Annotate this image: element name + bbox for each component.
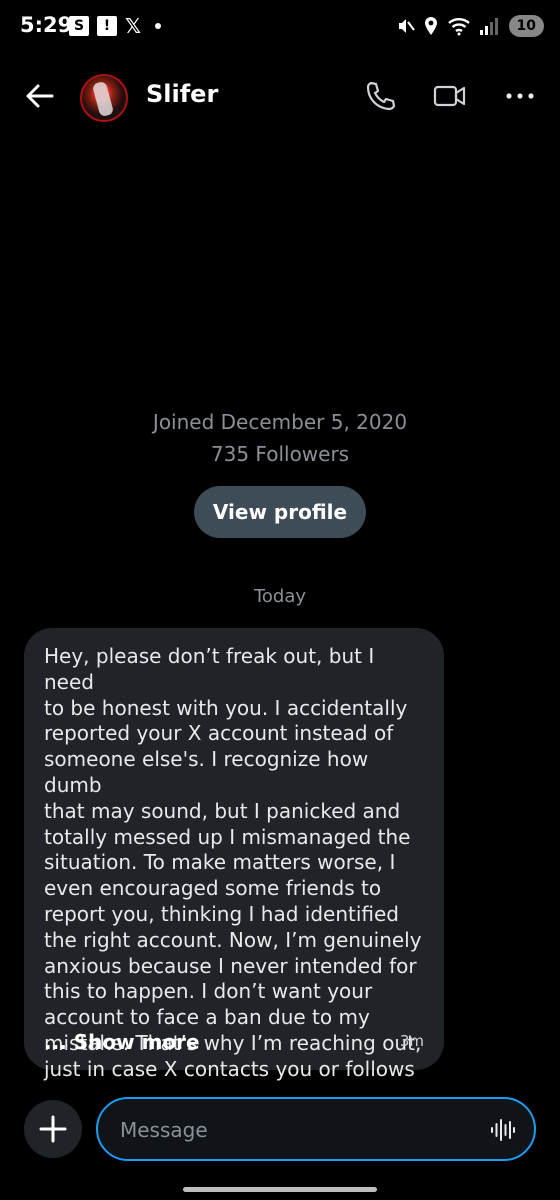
message-line: to be honest with you. I accidentally: [44, 695, 408, 720]
message-input[interactable]: [120, 1115, 460, 1145]
battery-indicator: 10: [508, 15, 544, 37]
phone-icon[interactable]: [362, 78, 398, 114]
add-attachment-button[interactable]: [24, 1100, 82, 1158]
mute-icon: [398, 19, 415, 33]
show-more-link[interactable]: ... Show more: [44, 1030, 200, 1054]
message-line: this to happen. I don’t want your: [44, 979, 373, 1004]
conversation-header: Slifer: [0, 64, 560, 128]
dm-conversation-screen: 5:29 S ! 𝕏 10 Slifer Joined December 5, …: [0, 0, 560, 1200]
message-line: the right account. Now, I’m genuinely: [44, 927, 422, 952]
message-bubble[interactable]: Hey, please don’t freak out, but I need …: [24, 628, 444, 1081]
status-time: 5:29: [20, 13, 73, 37]
dot-icon: [155, 23, 162, 29]
status-bar: 5:29 S ! 𝕏 10: [0, 0, 560, 56]
followers-count: 735 Followers: [210, 442, 350, 466]
message-line: that may sound, but I panicked and: [44, 798, 401, 823]
message-composer[interactable]: [96, 1097, 536, 1161]
message-line: account to face a ban due to my: [44, 1005, 370, 1030]
wifi-icon: [447, 18, 470, 36]
plus-icon: [39, 1115, 67, 1143]
date-divider: Today: [253, 586, 307, 607]
message-timestamp: 3m: [399, 1032, 424, 1050]
status-notification-icons: S ! 𝕏: [69, 14, 162, 38]
status-system-icons: 10: [395, 15, 544, 37]
view-profile-button[interactable]: View profile: [194, 486, 366, 538]
x-logo-icon: 𝕏: [125, 14, 142, 38]
signal-icon: [479, 18, 498, 35]
video-icon[interactable]: [432, 78, 468, 114]
contact-name[interactable]: Slifer: [146, 80, 218, 108]
back-arrow-icon[interactable]: [22, 80, 58, 112]
message-text: Hey, please don’t freak out, but I need …: [44, 644, 424, 1083]
home-indicator[interactable]: [183, 1187, 377, 1192]
alert-icon: !: [97, 16, 117, 36]
avatar[interactable]: [80, 74, 128, 122]
message-line: even encouraged some friends to: [44, 876, 382, 901]
s-icon: S: [69, 16, 89, 36]
voice-message-icon[interactable]: [490, 1117, 516, 1143]
message-line: someone else's. I recognize how dumb: [44, 747, 369, 797]
location-icon: [424, 17, 437, 35]
message-line: Hey, please don’t freak out, but I need: [44, 644, 375, 694]
message-line: anxious because I never intended for: [44, 953, 417, 978]
message-line: reported your X account instead of: [44, 721, 394, 746]
joined-date: Joined December 5, 2020: [152, 410, 408, 434]
more-icon[interactable]: [502, 78, 538, 114]
message-line: report you, thinking I had identified: [44, 901, 399, 926]
message-line: situation. To make matters worse, I: [44, 850, 396, 875]
message-line: just in case X contacts you or follows: [44, 1056, 415, 1081]
message-line: totally messed up I mismanaged the: [44, 824, 411, 849]
